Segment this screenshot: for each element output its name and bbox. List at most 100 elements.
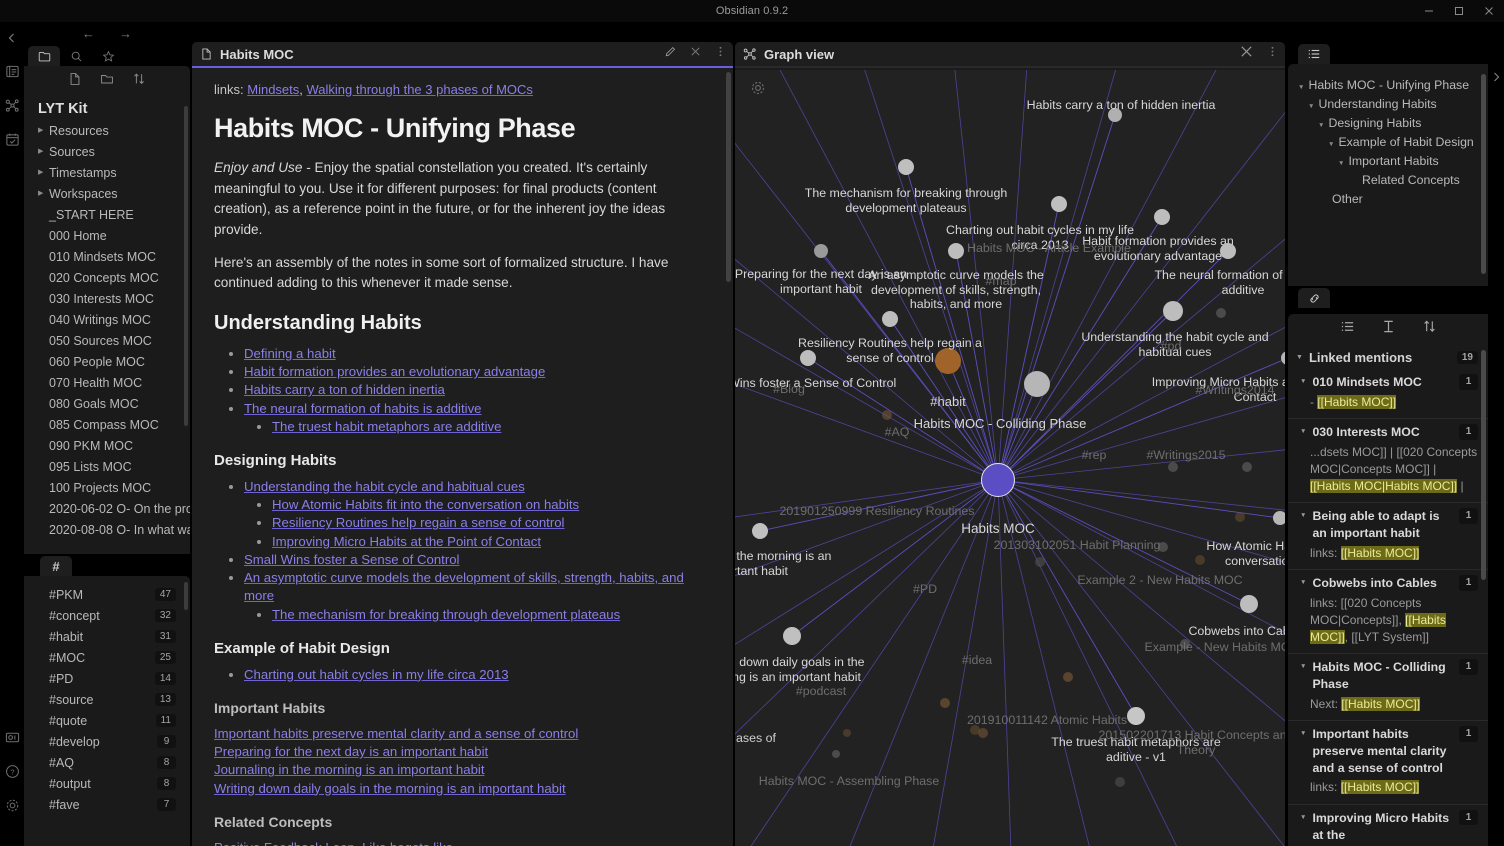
internal-link[interactable]: Resiliency Routines help regain a sense … [272,515,565,530]
graph-node[interactable] [1273,511,1285,525]
file-item[interactable]: 000 Home [24,225,190,246]
file-item[interactable]: 070 Health MOC [24,372,190,393]
tag-row[interactable]: #AQ 8 [24,752,190,773]
chevron-down-icon[interactable]: ▼ [1300,575,1306,588]
file-item[interactable]: 085 Compass MOC [24,414,190,435]
file-item[interactable]: 090 PKM MOC [24,435,190,456]
graph-node[interactable] [800,350,816,366]
linked-mention-context[interactable]: links: [[020 Concepts MOC|Concepts]], [[… [1288,592,1488,645]
folder-item[interactable]: ▶ Timestamps [24,162,190,183]
file-item[interactable]: 010 Mindsets MOC [24,246,190,267]
settings-icon[interactable] [0,788,24,822]
tag-row[interactable]: #concept 32 [24,605,190,626]
graph-node[interactable] [948,243,964,259]
expand-right-sidebar-icon[interactable] [1490,70,1502,88]
collapse-sidebar-icon[interactable] [0,22,24,54]
more-options-icon[interactable] [714,45,727,63]
graph-node[interactable] [882,410,892,420]
close-icon[interactable] [689,45,702,63]
graph-node[interactable] [1127,707,1145,725]
tag-row[interactable]: #PD 14 [24,668,190,689]
linked-mention-context[interactable]: Next: [[Habits MOC]] [1288,693,1488,713]
graph-node[interactable] [832,750,840,758]
related-concepts-links[interactable]: Positive Feedback Loop, Like begets like… [214,839,713,846]
graph-node[interactable] [970,725,980,735]
linked-mentions-header[interactable]: ▼ Linked mentions 19 [1288,344,1488,369]
tag-row[interactable]: #quote 11 [24,710,190,731]
linked-mention-context[interactable]: - [[Habits MOC]] [1288,391,1488,411]
show-more-context-icon[interactable] [1381,319,1396,339]
graph-node[interactable] [1108,108,1122,122]
graph-node[interactable] [1115,777,1125,787]
linked-mention-title[interactable]: ▼ Being able to adapt is an important hab… [1288,508,1488,541]
graph-node[interactable] [1168,462,1178,472]
new-folder-icon[interactable] [100,72,114,91]
chevron-down-icon[interactable]: ▼ [1300,810,1306,823]
chevron-down-icon[interactable]: ▼ [1300,374,1306,387]
help-icon[interactable]: ? [0,754,24,788]
linked-mention-title[interactable]: ▼ Habits MOC - Colliding Phase 1 [1288,659,1488,692]
internal-link[interactable]: Writing down daily goals in the morning … [214,781,566,796]
change-sort-order-icon[interactable] [1422,319,1437,339]
graph-node[interactable] [1024,371,1050,397]
internal-link[interactable]: Positive Feedback Loop [214,840,355,846]
file-item[interactable]: 2020-08-08 O- In what way [24,519,190,538]
outline-item[interactable]: ▼ Understanding Habits [1292,95,1488,114]
editor-content[interactable]: links: Mindsets, Walking through the 3 p… [192,68,733,846]
tag-row[interactable]: #output 8 [24,773,190,794]
tag-row[interactable]: #source 13 [24,689,190,710]
folder-item[interactable]: ▶ Workspaces [24,183,190,204]
file-item[interactable]: 030 Interests MOC [24,288,190,309]
graph-node[interactable] [882,311,898,327]
linked-mention-title[interactable]: ▼ 030 Interests MOC 1 [1288,424,1488,441]
important-habits-links[interactable]: Important habits preserve mental clarity… [214,725,713,798]
tag-row[interactable]: #develop 9 [24,731,190,752]
file-item[interactable]: 2020-06-02 O- On the proce [24,498,190,519]
outline-item[interactable]: ▼ Designing Habits [1292,114,1488,133]
graph-node[interactable] [1158,542,1168,552]
internal-link[interactable]: Like begets like [362,840,453,846]
header-link[interactable]: Mindsets [247,82,299,97]
change-sort-order-icon[interactable] [132,72,146,91]
open-vault-icon[interactable] [0,54,24,88]
linked-mention-title[interactable]: ▼ Cobwebs into Cables 1 [1288,575,1488,592]
graph-node[interactable] [1240,595,1258,613]
graph-node[interactable] [935,348,961,374]
editor-scrollbar[interactable] [726,72,731,282]
new-note-icon[interactable] [68,72,82,91]
close-icon[interactable] [1239,44,1254,64]
outline-list[interactable]: ▼ Habits MOC - Unifying Phase ▼ Understandi… [1288,64,1488,209]
graph-node[interactable] [1195,555,1205,565]
internal-link[interactable]: Important habits preserve mental clarity… [214,726,578,741]
graph-node[interactable] [1035,557,1045,567]
gear-icon[interactable] [750,80,766,101]
tags-tab[interactable]: # [40,556,72,576]
chevron-down-icon[interactable]: ▼ [1300,659,1306,672]
outline-item[interactable]: ▼ Example of Habit Design [1292,133,1488,152]
folder-item[interactable]: ▶ Resources [24,120,190,141]
editor-tab-header[interactable]: Habits MOC [192,42,733,68]
internal-link[interactable]: Improving Micro Habits at the Point of C… [272,534,541,549]
chevron-down-icon[interactable]: ▼ [1300,726,1306,739]
internal-link[interactable]: The mechanism for breaking through devel… [272,607,620,622]
maximize-button[interactable] [1444,0,1474,22]
linked-mentions-list[interactable]: ▼ 010 Mindsets MOC 1- [[Habits MOC]] ▼ 030 I… [1288,369,1488,846]
file-item[interactable]: 080 Goals MOC [24,393,190,414]
linked-mention-context[interactable]: ...dsets MOC]] | [[020 Concepts MOC|Conc… [1288,441,1488,494]
outline-item[interactable]: Other [1292,190,1488,209]
tag-list[interactable]: #PKM 47 #concept 32 #habit 31 #MOC 25 #PD 14 #sour… [24,576,190,815]
graph-node[interactable] [1235,512,1245,522]
folder-item[interactable]: ▶ Sources [24,141,190,162]
internal-link[interactable]: Defining a habit [244,346,336,361]
linked-mention-context[interactable]: links: [[Habits MOC]] [1288,776,1488,796]
linked-mention-title[interactable]: ▼ Important habits preserve mental clarit… [1288,726,1488,776]
tag-list-scrollbar[interactable] [184,582,188,610]
graph-node[interactable] [814,244,828,258]
internal-link[interactable]: Charting out habit cycles in my life cir… [244,667,509,682]
internal-link[interactable]: Habit formation provides an evolutionary… [244,364,545,379]
edit-pencil-icon[interactable] [664,45,677,63]
file-item[interactable]: 060 People MOC [24,351,190,372]
chevron-down-icon[interactable]: ▼ [1338,160,1344,167]
collapse-results-icon[interactable] [1340,319,1355,339]
internal-link[interactable]: Understanding the habit cycle and habitu… [244,479,525,494]
